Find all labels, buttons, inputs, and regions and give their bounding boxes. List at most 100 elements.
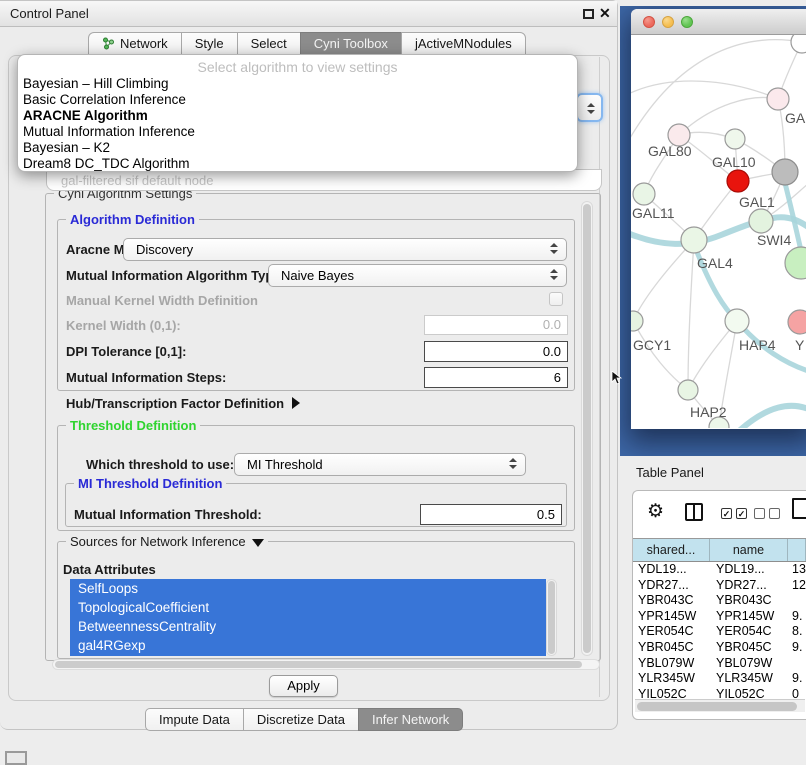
tab-select[interactable]: Select: [237, 32, 301, 55]
table-row[interactable]: YLR345WYLR345W9.: [633, 671, 806, 687]
network-node-top-right[interactable]: [791, 35, 806, 53]
sources-group-title[interactable]: Sources for Network Inference: [66, 534, 268, 549]
attribute-item-topologicalcoefficient[interactable]: TopologicalCoefficient: [70, 598, 546, 617]
checked-box-icon: ✓: [736, 508, 747, 519]
dropdown-item-basic-correlation-inference[interactable]: Basic Correlation Inference: [18, 92, 577, 108]
scrollbar-thumb[interactable]: [637, 702, 797, 711]
dropdown-item-bayesian-hill-climbing[interactable]: Bayesian – Hill Climbing: [18, 76, 577, 92]
dropdown-item-aracne-algorithm[interactable]: ARACNE Algorithm: [18, 108, 577, 124]
dpi-tolerance-field[interactable]: 0.0: [424, 341, 568, 362]
settings-vertical-scrollbar[interactable]: [581, 201, 593, 656]
kernel-width-label: Kernel Width (0,1):: [66, 318, 181, 333]
table-cell: YER054C: [710, 624, 788, 640]
tab-jactivemnodules[interactable]: jActiveMNodules: [401, 32, 526, 55]
network-node-SWI4[interactable]: [749, 209, 773, 233]
column-header-shared[interactable]: shared...: [633, 539, 710, 561]
table-row[interactable]: YDL19...YDL19...13: [633, 562, 806, 578]
network-node-label-GAL2: GAL2: [785, 110, 806, 126]
network-node-label-SWI4: SWI4: [757, 232, 791, 248]
table-cell: 9.: [788, 640, 806, 656]
minimize-traffic-light[interactable]: [662, 16, 674, 28]
float-window-icon[interactable]: [583, 9, 594, 19]
network-node-GAL11[interactable]: [633, 183, 655, 205]
mi-threshold-definition-title: MI Threshold Definition: [74, 476, 226, 491]
aracne-mode-combobox[interactable]: Discovery: [123, 238, 567, 261]
table-row[interactable]: YER054CYER054C8.: [633, 624, 806, 640]
tab-style[interactable]: Style: [181, 32, 238, 55]
table-row[interactable]: YBR045CYBR045C9.: [633, 640, 806, 656]
network-node-Y-right[interactable]: [788, 310, 806, 334]
column-header-cut[interactable]: [788, 539, 806, 561]
attribute-item-betweennesscentrality[interactable]: BetweennessCentrality: [70, 617, 546, 636]
column-header-name[interactable]: name: [710, 539, 788, 561]
show-columns-icon[interactable]: [685, 503, 703, 521]
network-selector-combobox[interactable]: gal-filtered sif default node: [46, 169, 602, 191]
table-horizontal-scrollbar[interactable]: [635, 699, 805, 712]
attribute-item-gal4rgexp[interactable]: gal4RGexp: [70, 636, 546, 655]
gear-icon[interactable]: ⚙: [647, 500, 664, 523]
dropdown-item-mutual-information-inference[interactable]: Mutual Information Inference: [18, 124, 577, 140]
apply-button[interactable]: Apply: [269, 675, 338, 697]
mouse-cursor: [611, 371, 623, 385]
settings-horizontal-scrollbar[interactable]: [52, 659, 600, 670]
tab-cyni-toolbox[interactable]: Cyni Toolbox: [300, 32, 402, 55]
table-cell: YBR043C: [633, 593, 710, 609]
attribute-item-selfloops[interactable]: SelfLoops: [70, 579, 546, 598]
network-node-GAL1[interactable]: [727, 170, 749, 192]
tab-label: Discretize Data: [257, 709, 345, 730]
dropdown-item-bayesian-k2[interactable]: Bayesian – K2: [18, 140, 577, 156]
network-node-HAP4[interactable]: [725, 309, 749, 333]
manual-kernel-width-checkbox[interactable]: [549, 292, 563, 306]
mi-steps-field[interactable]: 6: [424, 367, 568, 388]
scrollbar-thumb[interactable]: [55, 661, 582, 668]
data-attributes-list[interactable]: SelfLoopsTopologicalCoefficientBetweenne…: [70, 579, 546, 656]
deselect-all-columns-icon[interactable]: [754, 508, 780, 519]
table-cell: 9.: [788, 671, 806, 687]
table-header-row: shared...name: [633, 538, 806, 562]
close-window-icon[interactable]: ✕: [599, 5, 611, 22]
cyni-bottom-tabs: Impute Data Discretize Data Infer Network: [145, 708, 463, 731]
table-row[interactable]: YDR27...YDR27...12: [633, 578, 806, 594]
tab-discretize-data[interactable]: Discretize Data: [243, 708, 359, 731]
table-cell: 13: [788, 562, 806, 578]
network-window-titlebar[interactable]: [631, 9, 806, 35]
network-node-hub-gray[interactable]: [772, 159, 798, 185]
network-node-GAL10[interactable]: [725, 129, 745, 149]
table-cell: YBR043C: [710, 593, 788, 609]
minimized-panel-icon[interactable]: [5, 751, 27, 765]
tab-network[interactable]: Network: [88, 32, 182, 55]
hub-definition-expander[interactable]: Hub/Transcription Factor Definition: [66, 396, 300, 411]
table-cell: YLR345W: [633, 671, 710, 687]
network-node-green-right[interactable]: [785, 247, 806, 279]
dropdown-item-dream8-dc-tdc-algorithm[interactable]: Dream8 DC_TDC Algorithm: [18, 156, 577, 172]
table-row[interactable]: YBR043CYBR043C: [633, 593, 806, 609]
network-canvas[interactable]: GAL2GAL80GAL10GAL1GAL11SWI4GAL4GCY1HAP4Y…: [631, 35, 806, 428]
table-panel-title: Table Panel: [636, 465, 704, 480]
table-row[interactable]: YPR145WYPR145W9.: [633, 609, 806, 625]
mi-threshold-field[interactable]: 0.5: [420, 504, 562, 525]
collapse-down-icon: [252, 539, 264, 547]
close-traffic-light[interactable]: [643, 16, 655, 28]
scrollbar-thumb[interactable]: [583, 204, 591, 653]
focused-combobox-fragment[interactable]: [576, 93, 603, 122]
table-cell: YBL079W: [710, 656, 788, 672]
network-node-HAP2[interactable]: [678, 380, 698, 400]
which-threshold-combobox[interactable]: MI Threshold: [234, 453, 526, 476]
network-node-GCY1[interactable]: [631, 311, 643, 331]
zoom-traffic-light[interactable]: [681, 16, 693, 28]
mi-algorithm-type-combobox[interactable]: Naive Bayes: [268, 264, 567, 287]
control-panel-titlebar[interactable]: Control Panel ✕: [0, 1, 617, 27]
scrollbar-thumb[interactable]: [548, 581, 555, 654]
table-row[interactable]: YBL079WYBL079W: [633, 656, 806, 672]
table-cell: YDL19...: [633, 562, 710, 578]
network-view-window: GAL2GAL80GAL10GAL1GAL11SWI4GAL4GCY1HAP4Y…: [631, 9, 806, 429]
network-node-label-GAL80: GAL80: [648, 143, 692, 159]
network-node-GAL4[interactable]: [681, 227, 707, 253]
network-node-GAL2[interactable]: [767, 88, 789, 110]
table-cell: YBR045C: [710, 640, 788, 656]
select-all-columns-icon[interactable]: ✓ ✓: [721, 508, 747, 519]
export-table-icon[interactable]: [792, 498, 806, 519]
tab-impute-data[interactable]: Impute Data: [145, 708, 244, 731]
attributes-list-scrollbar[interactable]: [546, 579, 557, 656]
tab-infer-network[interactable]: Infer Network: [358, 708, 463, 731]
